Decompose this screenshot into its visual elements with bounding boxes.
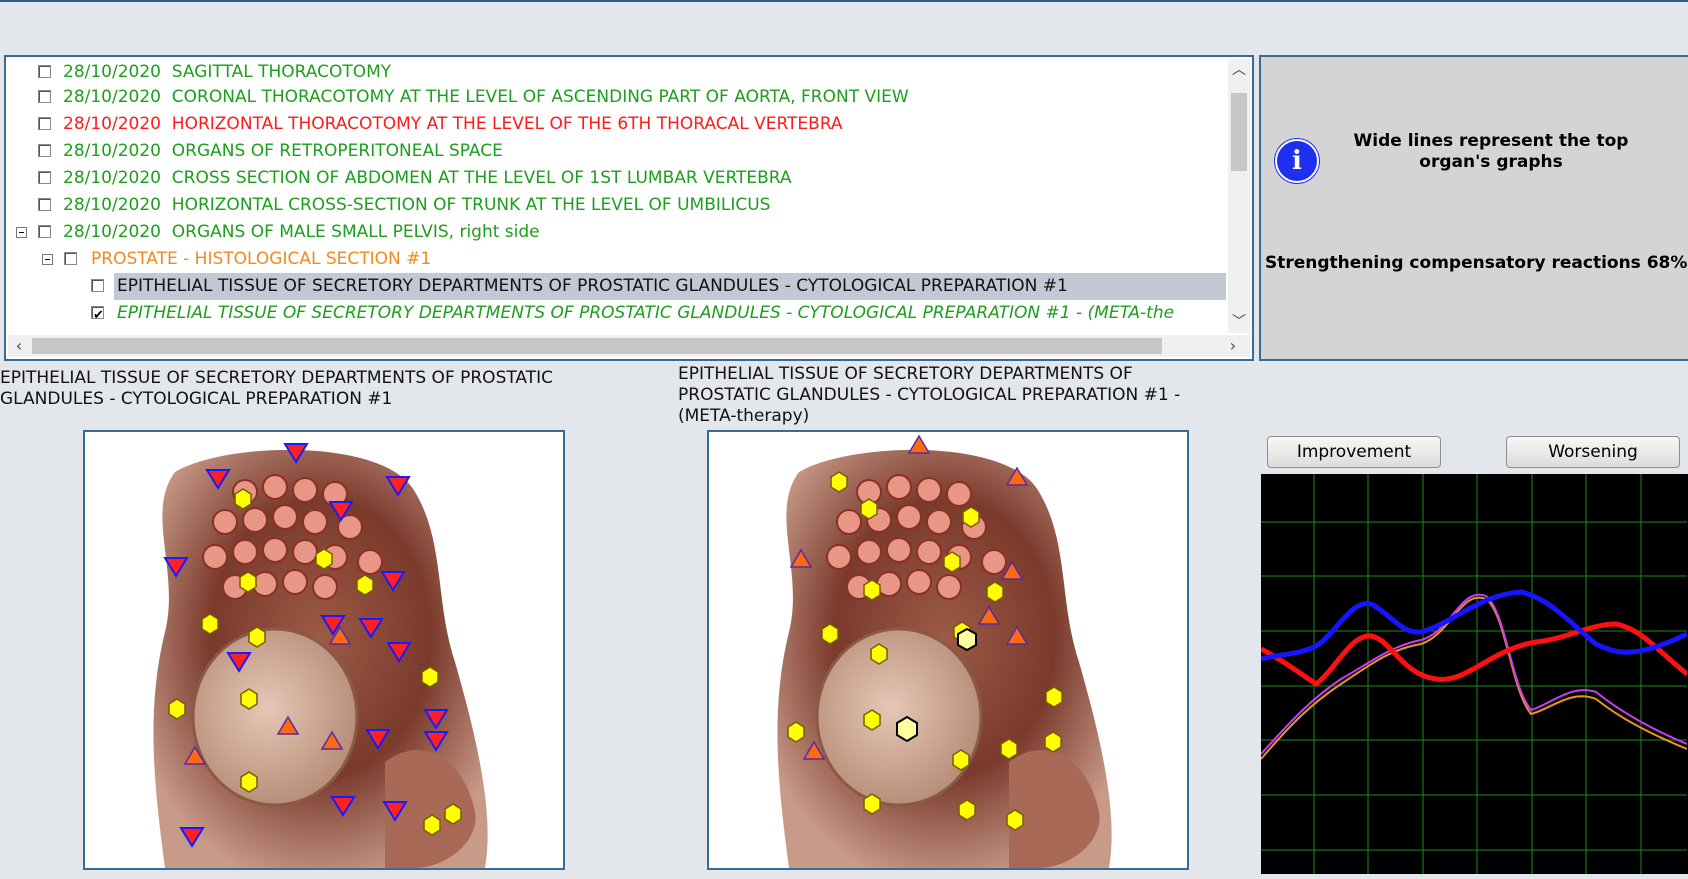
organ-tree: 28/10/2020 SAGITTAL THORACOTOMY 28/10/20…	[8, 59, 1226, 333]
organ-tree-panel: 28/10/2020 SAGITTAL THORACOTOMY 28/10/20…	[4, 55, 1254, 361]
worsening-button[interactable]: Worsening	[1506, 436, 1680, 468]
scroll-up-icon[interactable]: ︿	[1228, 59, 1250, 81]
cytology-image-before[interactable]	[83, 430, 565, 870]
scroll-thumb-horizontal[interactable]	[32, 338, 1162, 354]
scroll-down-icon[interactable]: ﹀	[1228, 311, 1250, 333]
collapse-toggle[interactable]	[16, 227, 27, 238]
info-panel: i Wide lines represent the top organ's g…	[1259, 55, 1688, 361]
scroll-left-icon[interactable]: ‹	[8, 335, 30, 357]
scroll-right-icon[interactable]: ›	[1222, 335, 1244, 357]
tree-item-selected[interactable]: EPITHELIAL TISSUE OF SECRETORY DEPARTMEN…	[8, 273, 1226, 300]
tree-item[interactable]: 28/10/2020 ORGANS OF MALE SMALL PELVIS, …	[8, 219, 1208, 246]
collapse-toggle[interactable]	[42, 254, 53, 265]
compensatory-reactions-stat: Strengthening compensatory reactions 68%	[1265, 253, 1688, 273]
tree-checkbox[interactable]	[38, 171, 51, 184]
tree-item[interactable]: 28/10/2020 ORGANS OF RETROPERITONEAL SPA…	[8, 138, 1208, 165]
scroll-thumb[interactable]	[1231, 93, 1247, 171]
tree-item[interactable]: 28/10/2020 HORIZONTAL THORACOTOMY AT THE…	[8, 111, 1208, 138]
info-icon: i	[1275, 139, 1319, 183]
cytology-image-after[interactable]	[707, 430, 1189, 870]
graph-panel: Improvement Worsening	[1259, 432, 1688, 874]
tree-checkbox[interactable]	[38, 117, 51, 130]
trend-graph	[1259, 474, 1688, 874]
top-toolbar	[0, 0, 1688, 52]
trend-graph-svg	[1259, 474, 1688, 874]
vertical-scrollbar[interactable]: ︿ ﹀	[1228, 59, 1250, 333]
tree-item[interactable]: 28/10/2020 SAGITTAL THORACOTOMY	[8, 59, 1208, 86]
right-image-caption: EPITHELIAL TISSUE OF SECRETORY DEPARTMEN…	[678, 364, 1181, 426]
tree-checkbox[interactable]	[38, 225, 51, 238]
info-message: Wide lines represent the top organ's gra…	[1353, 131, 1629, 172]
tree-checkbox-checked[interactable]	[91, 302, 104, 329]
tree-item[interactable]: 28/10/2020 CROSS SECTION OF ABDOMEN AT T…	[8, 165, 1208, 192]
tree-item[interactable]: 28/10/2020 HORIZONTAL CROSS-SECTION OF T…	[8, 192, 1208, 219]
tree-checkbox[interactable]	[38, 198, 51, 211]
tree-item[interactable]: PROSTATE - HISTOLOGICAL SECTION #1	[8, 246, 1208, 273]
left-image-caption: EPITHELIAL TISSUE OF SECRETORY DEPARTMEN…	[0, 368, 553, 409]
improvement-button[interactable]: Improvement	[1267, 436, 1441, 468]
tree-item[interactable]: 28/10/2020 CORONAL THORACOTOMY AT THE LE…	[8, 84, 1208, 111]
horizontal-scrollbar[interactable]: ‹ ›	[8, 335, 1250, 357]
tree-item[interactable]: EPITHELIAL TISSUE OF SECRETORY DEPARTMEN…	[8, 300, 1208, 329]
tree-checkbox[interactable]	[91, 279, 104, 292]
tree-checkbox[interactable]	[64, 252, 77, 265]
tree-checkbox[interactable]	[38, 90, 51, 103]
tree-checkbox[interactable]	[38, 144, 51, 157]
tree-checkbox[interactable]	[38, 65, 51, 78]
